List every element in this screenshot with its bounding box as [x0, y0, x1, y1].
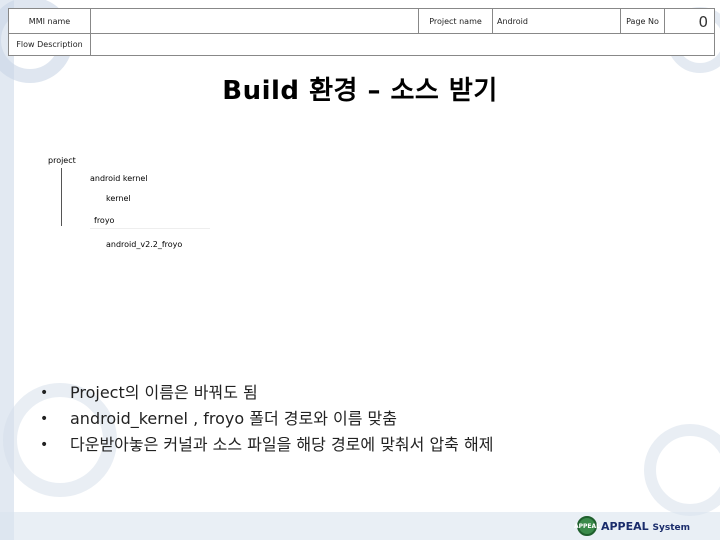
header-table: MMI name Project name Android Page No Fl… — [8, 8, 715, 56]
list-item-text: 다운받아놓은 커널과 소스 파일을 해당 경로에 맞춰서 압축 해제 — [70, 435, 494, 454]
page-no-label: Page No — [621, 9, 665, 34]
tree-kernel: kernel — [106, 194, 131, 203]
page-title: Build 환경 – 소스 받기 — [222, 76, 498, 106]
project-name-label: Project name — [419, 9, 493, 34]
tree-line — [61, 168, 62, 226]
list-item: • 다운받아놓은 커널과 소스 파일을 해당 경로에 맞춰서 압축 해제 — [40, 432, 493, 458]
tree-froyo: froyo — [94, 216, 115, 225]
logo-sub-text: System — [652, 522, 691, 533]
tree-line — [90, 228, 210, 229]
mmi-name-label: MMI name — [9, 9, 91, 34]
footer: APPEAL APPEAL System — [0, 512, 720, 540]
bullet-icon: • — [40, 411, 49, 427]
project-name-value: Android — [493, 9, 621, 34]
tree-froyo-source: android_v2.2_froyo — [106, 240, 183, 249]
logo-name: APPEAL System — [601, 520, 690, 533]
list-item-text: android_kernel , froyo 폴더 경로와 이름 맞춤 — [70, 409, 397, 428]
company-logo: APPEAL APPEAL System — [574, 516, 690, 536]
list-item-text: Project의 이름은 바꿔도 됨 — [70, 383, 258, 402]
tree-android-kernel: android kernel — [90, 174, 148, 183]
tree-root: project — [48, 156, 76, 165]
logo-name-text: APPEAL — [600, 519, 649, 533]
list-item: • Project의 이름은 바꿔도 됨 — [40, 380, 493, 406]
list-item: • android_kernel , froyo 폴더 경로와 이름 맞춤 — [40, 406, 493, 432]
folder-tree: project android kernel kernel froyo andr… — [40, 150, 220, 260]
bullet-icon: • — [40, 437, 49, 453]
bullet-icon: • — [40, 385, 49, 401]
flow-description-value — [91, 34, 714, 55]
mmi-name-value — [91, 9, 419, 34]
logo-mark-icon: APPEAL — [574, 516, 600, 536]
bullet-list: • Project의 이름은 바꿔도 됨 • android_kernel , … — [40, 380, 493, 458]
flow-description-label: Flow Description — [9, 34, 91, 55]
page-number: 0 — [698, 13, 708, 31]
